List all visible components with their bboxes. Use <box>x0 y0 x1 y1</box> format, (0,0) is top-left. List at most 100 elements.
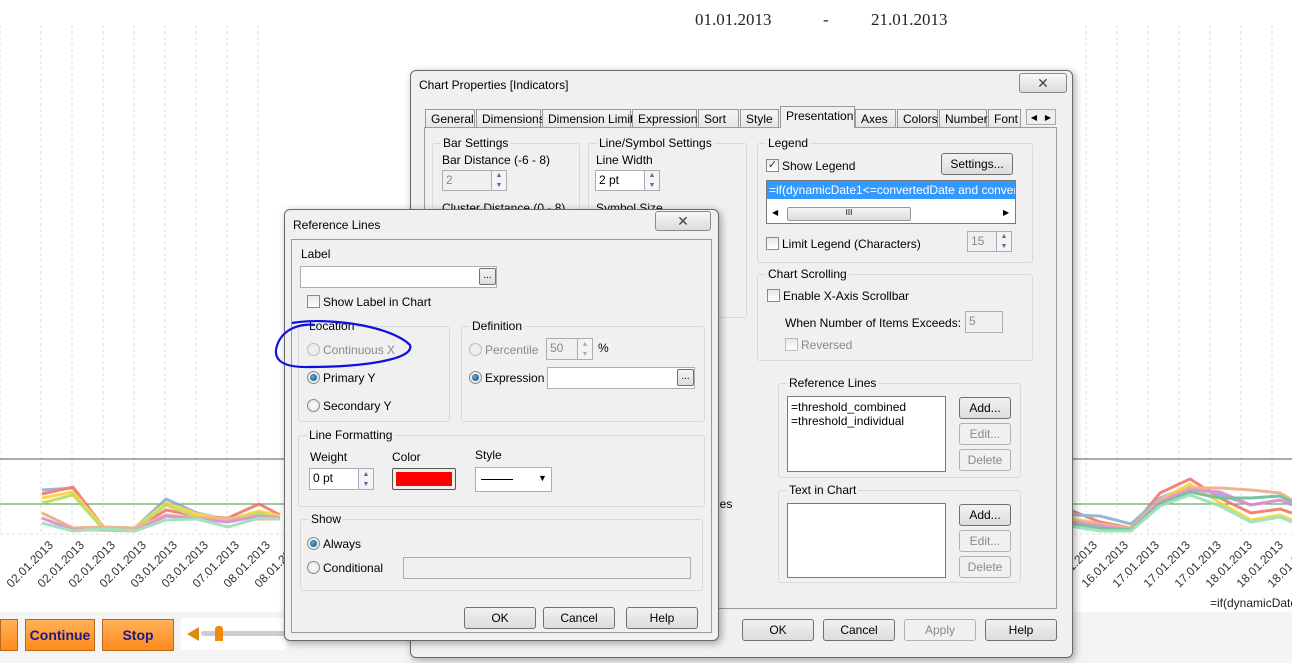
conditional-input[interactable] <box>403 557 691 579</box>
tab-dimensions[interactable]: Dimensions <box>476 109 545 128</box>
limit-legend-input[interactable]: 15 <box>967 231 997 252</box>
reversed-checkbox[interactable] <box>785 338 798 351</box>
group-title: Line/Symbol Settings <box>597 136 714 150</box>
group-title: Bar Settings <box>441 136 511 150</box>
close-icon[interactable]: ✕ <box>655 211 711 231</box>
text-in-chart-list[interactable] <box>787 503 946 578</box>
tab-expressions[interactable]: Expressions <box>632 109 703 128</box>
help-button[interactable]: Help <box>985 619 1057 641</box>
group-title: Legend <box>766 136 811 150</box>
tab-presentation[interactable]: Presentation <box>780 106 855 128</box>
tab-style[interactable]: Style <box>740 109 779 128</box>
weight-label: Weight <box>310 450 348 464</box>
arrow-left-icon[interactable] <box>187 627 199 641</box>
show-label-checkbox[interactable] <box>307 295 320 308</box>
expression-input[interactable] <box>547 367 695 389</box>
line-width-spinner[interactable]: ▲ ▼ <box>644 170 660 191</box>
play-button[interactable] <box>0 619 18 651</box>
percentile-radio[interactable] <box>469 343 482 356</box>
percentile-spinner[interactable]: ▲ ▼ <box>577 338 593 360</box>
group-title: Text in Chart <box>787 483 859 497</box>
cancel-button[interactable]: Cancel <box>823 619 895 641</box>
tab-dimension-limits[interactable]: Dimension Limits <box>542 109 639 128</box>
scroll-right-icon[interactable]: ▶ <box>1003 208 1009 217</box>
continue-button[interactable]: Continue <box>25 619 95 651</box>
legend-expression-box[interactable]: =if(dynamicDate1<=convertedDate and conv… <box>766 180 1016 224</box>
expression-radio[interactable] <box>469 371 482 384</box>
conditional-label: Conditional <box>323 561 384 575</box>
tab-axes[interactable]: Axes <box>855 109 896 128</box>
bar-distance-spinner[interactable]: ▲ ▼ <box>491 170 507 191</box>
percentile-input[interactable]: 50 <box>546 338 578 360</box>
slider-handle[interactable] <box>215 626 223 641</box>
show-group: Show <box>300 512 703 591</box>
show-legend-checkbox[interactable]: ✓ <box>766 159 779 172</box>
exceeds-input[interactable]: 5 <box>965 311 1003 333</box>
tab-number[interactable]: Number <box>939 109 988 128</box>
style-dropdown[interactable]: ▼ <box>475 467 552 492</box>
limit-legend-spinner[interactable]: ▲ ▼ <box>996 231 1012 252</box>
tab-colors[interactable]: Colors <box>897 109 938 128</box>
chevron-left-icon[interactable]: ◀ <box>1031 113 1037 122</box>
tab-font[interactable]: Font <box>988 109 1021 128</box>
tab-scroll[interactable]: ◀ ▶ <box>1026 109 1056 125</box>
scrollbar-thumb[interactable]: III <box>787 207 911 221</box>
solid-line-icon <box>481 479 513 480</box>
add-reference-button[interactable]: Add... <box>959 397 1011 419</box>
list-item[interactable]: =threshold_individual <box>791 414 942 428</box>
weight-input[interactable]: 0 pt <box>309 468 359 490</box>
line-width-label: Line Width <box>596 153 653 167</box>
always-radio[interactable] <box>307 537 320 550</box>
stop-button[interactable]: Stop <box>102 619 174 651</box>
limit-legend-checkbox[interactable] <box>766 237 779 250</box>
exceeds-label: When Number of Items Exceeds: <box>785 316 962 330</box>
group-title: Reference Lines <box>787 376 879 390</box>
style-label: Style <box>475 448 502 462</box>
reversed-label: Reversed <box>801 338 853 352</box>
show-legend-label: Show Legend <box>782 159 856 173</box>
percent-sign: % <box>598 341 609 355</box>
reference-lines-dialog: Reference Lines ✕ Label ... Show Label i… <box>284 209 719 641</box>
enable-scrollbar-checkbox[interactable] <box>767 289 780 302</box>
hand-drawn-circle-annotation <box>274 319 412 369</box>
group-title: Chart Scrolling <box>766 267 849 281</box>
reference-lines-list[interactable]: =threshold_combined =threshold_individua… <box>787 396 946 472</box>
edit-text-button[interactable]: Edit... <box>959 530 1011 552</box>
expression-label: Expression <box>485 371 545 385</box>
legend-expression: =if(dynamicDate1<=convertedDate and conv… <box>767 181 1015 199</box>
percentile-label: Percentile <box>485 343 539 357</box>
group-title: Line Formatting <box>307 428 395 442</box>
list-item[interactable]: =threshold_combined <box>791 400 942 414</box>
tab-general[interactable]: General <box>425 109 475 128</box>
ok-button[interactable]: OK <box>464 607 536 629</box>
delete-reference-button[interactable]: Delete <box>959 449 1011 471</box>
color-swatch-button[interactable] <box>392 468 456 490</box>
ok-button[interactable]: OK <box>742 619 814 641</box>
label-input[interactable] <box>300 266 497 288</box>
help-button[interactable]: Help <box>626 607 698 629</box>
add-text-button[interactable]: Add... <box>959 504 1011 526</box>
weight-spinner[interactable]: ▲ ▼ <box>358 468 374 490</box>
line-width-input[interactable]: 2 pt <box>595 170 645 191</box>
expression-edit-button[interactable]: ... <box>677 369 694 386</box>
show-label-label: Show Label in Chart <box>323 295 432 309</box>
dialog-title: Chart Properties [Indicators] <box>419 78 569 92</box>
edit-reference-button[interactable]: Edit... <box>959 423 1011 445</box>
chevron-down-icon: ▼ <box>538 473 547 483</box>
bar-distance-input[interactable]: 2 <box>442 170 492 191</box>
tab-sort[interactable]: Sort <box>698 109 739 128</box>
conditional-radio[interactable] <box>307 561 320 574</box>
close-icon[interactable]: ✕ <box>1019 73 1067 93</box>
secondary-y-radio[interactable] <box>307 399 320 412</box>
cancel-button[interactable]: Cancel <box>543 607 615 629</box>
scroll-left-icon[interactable]: ◀ <box>772 208 778 217</box>
label-expression-button[interactable]: ... <box>479 268 496 285</box>
label-title: Label <box>301 247 331 261</box>
chevron-right-icon[interactable]: ▶ <box>1045 113 1051 122</box>
group-title: Definition <box>470 319 525 333</box>
delete-text-button[interactable]: Delete <box>959 556 1011 578</box>
enable-scrollbar-label: Enable X-Axis Scrollbar <box>783 289 910 303</box>
apply-button[interactable]: Apply <box>904 619 976 641</box>
color-swatch <box>396 472 452 486</box>
legend-settings-button[interactable]: Settings... <box>941 153 1013 175</box>
